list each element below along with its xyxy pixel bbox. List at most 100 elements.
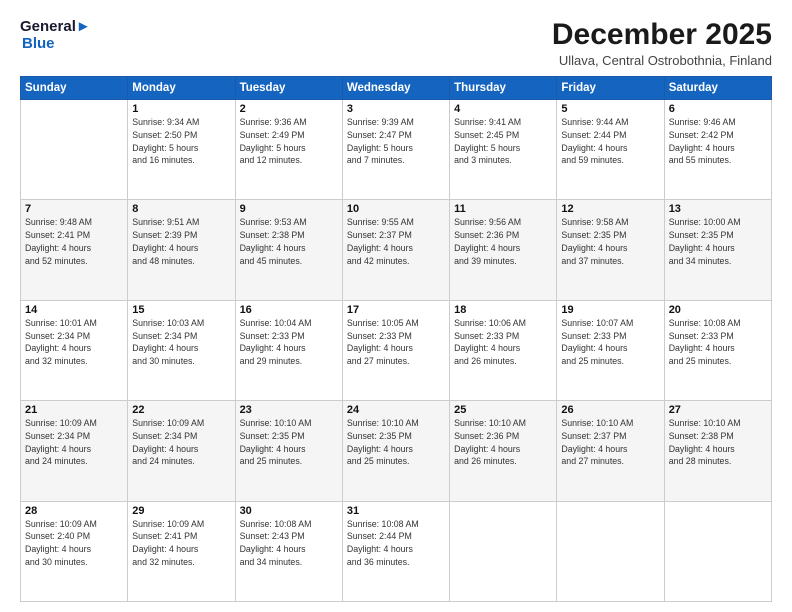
calendar-cell: 27Sunrise: 10:10 AMSunset: 2:38 PMDaylig…	[664, 401, 771, 501]
header-tuesday: Tuesday	[235, 77, 342, 100]
day-number: 14	[25, 304, 123, 316]
day-number: 20	[669, 304, 767, 316]
day-info: Sunrise: 10:10 AMSunset: 2:35 PMDaylight…	[347, 417, 445, 468]
calendar-cell: 10Sunrise: 9:55 AMSunset: 2:37 PMDayligh…	[342, 200, 449, 300]
header-wednesday: Wednesday	[342, 77, 449, 100]
day-number: 18	[454, 304, 552, 316]
calendar-cell: 13Sunrise: 10:00 AMSunset: 2:35 PMDaylig…	[664, 200, 771, 300]
calendar-cell: 30Sunrise: 10:08 AMSunset: 2:43 PMDaylig…	[235, 501, 342, 601]
calendar-week-row: 21Sunrise: 10:09 AMSunset: 2:34 PMDaylig…	[21, 401, 772, 501]
day-info: Sunrise: 10:08 AMSunset: 2:44 PMDaylight…	[347, 518, 445, 569]
subtitle: Ullava, Central Ostrobothnia, Finland	[552, 53, 772, 68]
day-number: 9	[240, 203, 338, 215]
day-number: 8	[132, 203, 230, 215]
calendar-cell: 6Sunrise: 9:46 AMSunset: 2:42 PMDaylight…	[664, 100, 771, 200]
header-sunday: Sunday	[21, 77, 128, 100]
calendar-cell: 8Sunrise: 9:51 AMSunset: 2:39 PMDaylight…	[128, 200, 235, 300]
calendar-table: Sunday Monday Tuesday Wednesday Thursday…	[20, 76, 772, 602]
day-info: Sunrise: 10:10 AMSunset: 2:38 PMDaylight…	[669, 417, 767, 468]
title-block: December 2025 Ullava, Central Ostrobothn…	[552, 18, 772, 68]
header: General► Blue December 2025 Ullava, Cent…	[20, 18, 772, 68]
calendar-cell: 29Sunrise: 10:09 AMSunset: 2:41 PMDaylig…	[128, 501, 235, 601]
day-number: 30	[240, 505, 338, 517]
day-info: Sunrise: 10:10 AMSunset: 2:36 PMDaylight…	[454, 417, 552, 468]
day-info: Sunrise: 10:10 AMSunset: 2:35 PMDaylight…	[240, 417, 338, 468]
day-number: 1	[132, 103, 230, 115]
calendar-cell	[21, 100, 128, 200]
calendar-cell: 18Sunrise: 10:06 AMSunset: 2:33 PMDaylig…	[450, 300, 557, 400]
header-thursday: Thursday	[450, 77, 557, 100]
calendar-cell: 15Sunrise: 10:03 AMSunset: 2:34 PMDaylig…	[128, 300, 235, 400]
day-number: 24	[347, 404, 445, 416]
day-info: Sunrise: 10:08 AMSunset: 2:33 PMDaylight…	[669, 317, 767, 368]
day-number: 29	[132, 505, 230, 517]
day-number: 31	[347, 505, 445, 517]
day-number: 11	[454, 203, 552, 215]
calendar-cell: 20Sunrise: 10:08 AMSunset: 2:33 PMDaylig…	[664, 300, 771, 400]
calendar-cell: 11Sunrise: 9:56 AMSunset: 2:36 PMDayligh…	[450, 200, 557, 300]
day-number: 21	[25, 404, 123, 416]
calendar-cell: 7Sunrise: 9:48 AMSunset: 2:41 PMDaylight…	[21, 200, 128, 300]
day-info: Sunrise: 10:07 AMSunset: 2:33 PMDaylight…	[561, 317, 659, 368]
day-info: Sunrise: 10:00 AMSunset: 2:35 PMDaylight…	[669, 216, 767, 267]
logo-line2: Blue	[22, 35, 91, 52]
day-info: Sunrise: 9:44 AMSunset: 2:44 PMDaylight:…	[561, 116, 659, 167]
day-number: 2	[240, 103, 338, 115]
day-number: 6	[669, 103, 767, 115]
day-info: Sunrise: 10:08 AMSunset: 2:43 PMDaylight…	[240, 518, 338, 569]
calendar-cell: 14Sunrise: 10:01 AMSunset: 2:34 PMDaylig…	[21, 300, 128, 400]
calendar-cell: 23Sunrise: 10:10 AMSunset: 2:35 PMDaylig…	[235, 401, 342, 501]
calendar-cell: 21Sunrise: 10:09 AMSunset: 2:34 PMDaylig…	[21, 401, 128, 501]
day-info: Sunrise: 9:34 AMSunset: 2:50 PMDaylight:…	[132, 116, 230, 167]
calendar-cell: 31Sunrise: 10:08 AMSunset: 2:44 PMDaylig…	[342, 501, 449, 601]
header-monday: Monday	[128, 77, 235, 100]
calendar-cell: 9Sunrise: 9:53 AMSunset: 2:38 PMDaylight…	[235, 200, 342, 300]
header-saturday: Saturday	[664, 77, 771, 100]
day-number: 25	[454, 404, 552, 416]
calendar-week-row: 14Sunrise: 10:01 AMSunset: 2:34 PMDaylig…	[21, 300, 772, 400]
calendar-cell: 12Sunrise: 9:58 AMSunset: 2:35 PMDayligh…	[557, 200, 664, 300]
calendar-cell: 1Sunrise: 9:34 AMSunset: 2:50 PMDaylight…	[128, 100, 235, 200]
day-info: Sunrise: 10:04 AMSunset: 2:33 PMDaylight…	[240, 317, 338, 368]
day-number: 10	[347, 203, 445, 215]
day-info: Sunrise: 10:10 AMSunset: 2:37 PMDaylight…	[561, 417, 659, 468]
day-number: 28	[25, 505, 123, 517]
day-number: 12	[561, 203, 659, 215]
day-number: 15	[132, 304, 230, 316]
day-number: 3	[347, 103, 445, 115]
calendar-cell: 4Sunrise: 9:41 AMSunset: 2:45 PMDaylight…	[450, 100, 557, 200]
day-number: 23	[240, 404, 338, 416]
day-info: Sunrise: 9:36 AMSunset: 2:49 PMDaylight:…	[240, 116, 338, 167]
calendar-cell	[664, 501, 771, 601]
day-info: Sunrise: 9:51 AMSunset: 2:39 PMDaylight:…	[132, 216, 230, 267]
calendar-week-row: 7Sunrise: 9:48 AMSunset: 2:41 PMDaylight…	[21, 200, 772, 300]
main-title: December 2025	[552, 18, 772, 51]
day-number: 19	[561, 304, 659, 316]
day-info: Sunrise: 9:39 AMSunset: 2:47 PMDaylight:…	[347, 116, 445, 167]
calendar-cell: 24Sunrise: 10:10 AMSunset: 2:35 PMDaylig…	[342, 401, 449, 501]
calendar-cell: 16Sunrise: 10:04 AMSunset: 2:33 PMDaylig…	[235, 300, 342, 400]
day-info: Sunrise: 10:09 AMSunset: 2:34 PMDaylight…	[132, 417, 230, 468]
calendar-cell: 3Sunrise: 9:39 AMSunset: 2:47 PMDaylight…	[342, 100, 449, 200]
day-info: Sunrise: 10:09 AMSunset: 2:40 PMDaylight…	[25, 518, 123, 569]
day-info: Sunrise: 10:05 AMSunset: 2:33 PMDaylight…	[347, 317, 445, 368]
day-number: 22	[132, 404, 230, 416]
day-info: Sunrise: 9:56 AMSunset: 2:36 PMDaylight:…	[454, 216, 552, 267]
calendar-cell: 2Sunrise: 9:36 AMSunset: 2:49 PMDaylight…	[235, 100, 342, 200]
day-number: 27	[669, 404, 767, 416]
day-info: Sunrise: 9:48 AMSunset: 2:41 PMDaylight:…	[25, 216, 123, 267]
day-info: Sunrise: 10:09 AMSunset: 2:34 PMDaylight…	[25, 417, 123, 468]
calendar-week-row: 1Sunrise: 9:34 AMSunset: 2:50 PMDaylight…	[21, 100, 772, 200]
calendar-cell	[557, 501, 664, 601]
day-number: 26	[561, 404, 659, 416]
calendar-cell: 19Sunrise: 10:07 AMSunset: 2:33 PMDaylig…	[557, 300, 664, 400]
day-number: 16	[240, 304, 338, 316]
day-number: 17	[347, 304, 445, 316]
day-info: Sunrise: 9:58 AMSunset: 2:35 PMDaylight:…	[561, 216, 659, 267]
calendar-cell: 17Sunrise: 10:05 AMSunset: 2:33 PMDaylig…	[342, 300, 449, 400]
day-info: Sunrise: 9:46 AMSunset: 2:42 PMDaylight:…	[669, 116, 767, 167]
calendar-header-row: Sunday Monday Tuesday Wednesday Thursday…	[21, 77, 772, 100]
day-number: 13	[669, 203, 767, 215]
day-info: Sunrise: 10:01 AMSunset: 2:34 PMDaylight…	[25, 317, 123, 368]
logo-line1: General►	[20, 18, 91, 35]
